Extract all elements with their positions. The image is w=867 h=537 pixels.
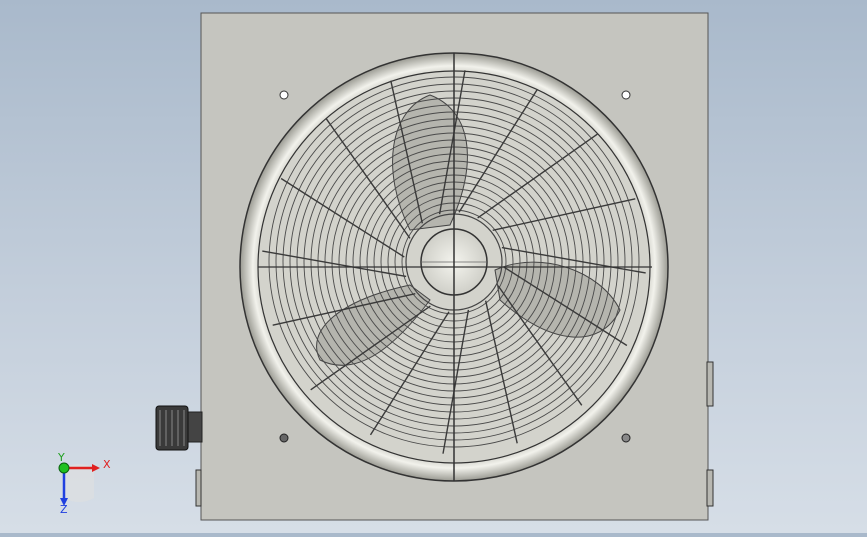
mount-hole-top-left xyxy=(279,90,289,100)
model-view[interactable]: X Y Z xyxy=(0,0,867,533)
axis-y-label: Y xyxy=(57,451,65,464)
mount-hole-top-right xyxy=(621,90,631,100)
axis-z-label: Z xyxy=(60,503,68,516)
axis-x-label: X xyxy=(103,458,111,471)
cad-viewport[interactable]: X Y Z xyxy=(0,0,867,533)
side-tab-left xyxy=(195,469,202,507)
coordinate-triad: X Y Z xyxy=(57,451,111,516)
mount-hole-bottom-right xyxy=(621,433,631,443)
side-tab-lower xyxy=(706,469,714,507)
mount-hole-bottom-left xyxy=(279,433,289,443)
side-tab-upper xyxy=(706,361,714,407)
cable-gland xyxy=(155,405,203,451)
